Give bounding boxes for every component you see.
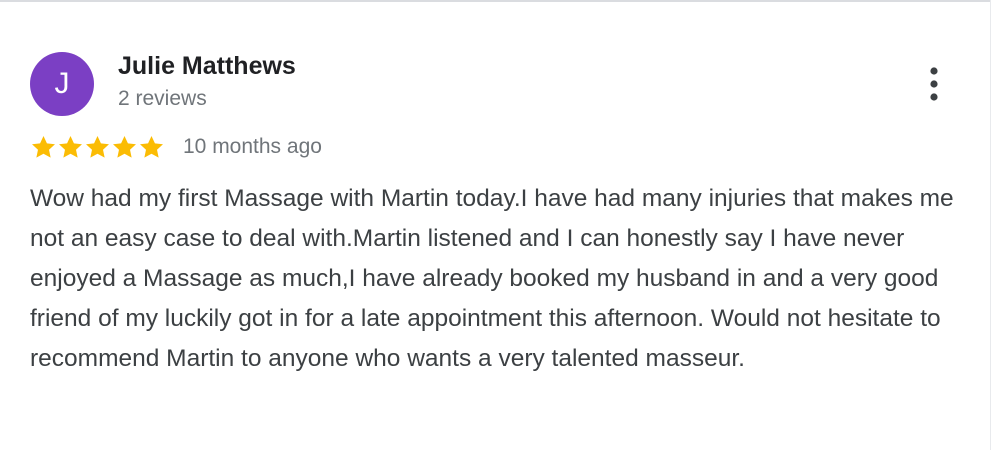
star-icon xyxy=(32,135,55,158)
star-icon xyxy=(113,135,136,158)
right-divider xyxy=(990,0,991,450)
review-text: Wow had my first Massage with Martin tod… xyxy=(30,185,954,372)
top-divider xyxy=(0,0,990,2)
review-date: 10 months ago xyxy=(183,135,322,158)
review-count[interactable]: 2 reviews xyxy=(118,87,207,111)
more-vertical-icon xyxy=(930,67,938,101)
rating-row: 10 months ago xyxy=(30,132,322,162)
avatar[interactable]: J xyxy=(30,52,94,116)
star-icon xyxy=(59,135,82,158)
star-icon xyxy=(140,135,163,158)
avatar-initial: J xyxy=(54,67,70,100)
star-icon xyxy=(86,135,109,158)
star-rating xyxy=(30,134,165,161)
reviewer-name[interactable]: Julie Matthews xyxy=(118,52,296,81)
more-options-button[interactable] xyxy=(916,62,952,106)
